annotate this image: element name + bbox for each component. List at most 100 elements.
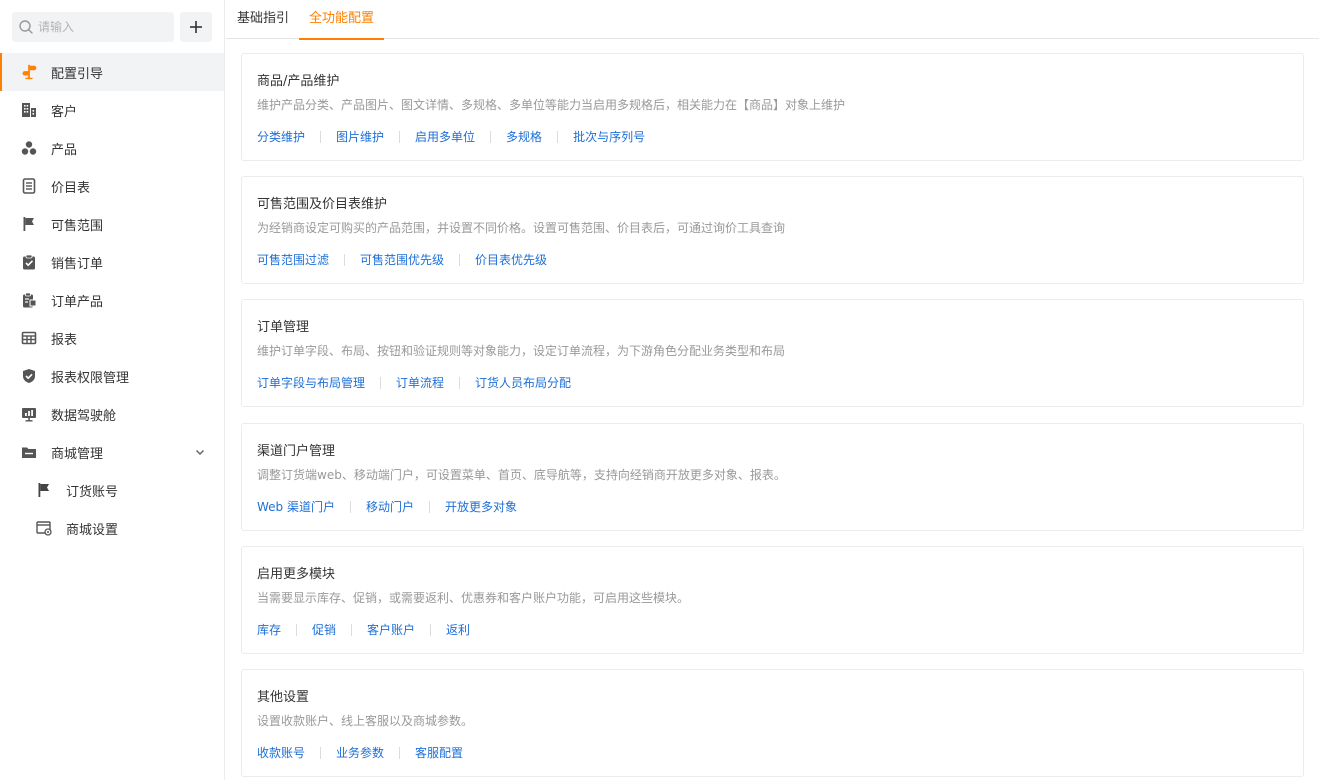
sidebar-item-mall-settings[interactable]: 商城设置: [0, 509, 224, 547]
link-divider: [349, 500, 351, 513]
sidebar-item-label: 配置引导: [51, 66, 104, 82]
link-divider: [429, 500, 430, 513]
link-order-fields-layout[interactable]: 订单字段与布局管理: [257, 374, 365, 391]
link-open-more-objects[interactable]: 开放更多对象: [445, 498, 517, 515]
link-batch-serial[interactable]: 批次与序列号: [573, 128, 645, 145]
tab-full-config[interactable]: 全功能配置: [298, 0, 385, 40]
sidebar-item-sales-scope[interactable]: 可售范围: [0, 205, 224, 243]
card-description: 调整订货端web、移动端门户，可设置菜单、首页、底导航等，支持向经销商开放更多对…: [257, 468, 786, 482]
sidebar-item-order-product[interactable]: 订单产品: [0, 281, 224, 319]
link-divider: [380, 376, 382, 389]
card-order-management: 订单管理 维护订单字段、布局、按钮和验证规则等对象能力，设定订单流程，为下游角色…: [241, 299, 1304, 407]
card-links: 分类维护 图片维护 启用多单位 多规格 批次与序列号: [257, 128, 645, 145]
order-product-icon: [21, 292, 37, 308]
link-divider: [296, 623, 298, 636]
sidebar-item-label: 数据驾驶舱: [51, 408, 117, 424]
sidebar: 配置引导 客户: [0, 0, 225, 780]
link-inventory[interactable]: 库存: [257, 621, 281, 638]
window-gear-icon: [36, 520, 52, 536]
card-product-maintenance: 商品/产品维护 维护产品分类、产品图片、图文详情、多规格、多单位等能力当启用多规…: [241, 53, 1304, 161]
table-icon: [21, 330, 37, 346]
link-divider: [320, 746, 322, 759]
tab-basic-guide[interactable]: 基础指引: [237, 0, 289, 39]
sidebar-item-config-guide[interactable]: 配置引导: [0, 53, 224, 91]
link-customer-service-config[interactable]: 客服配置: [415, 744, 463, 761]
sidebar-item-label: 产品: [51, 142, 78, 158]
plus-icon: [190, 21, 202, 33]
link-multi-spec[interactable]: 多规格: [506, 128, 542, 145]
sidebar-item-label: 商城设置: [66, 522, 119, 538]
link-divider: [430, 623, 432, 636]
link-divider: [399, 746, 401, 759]
sidebar-item-label: 订单产品: [51, 294, 104, 310]
card-title: 订单管理: [257, 320, 310, 335]
link-divider: [351, 623, 353, 636]
sidebar-item-label: 客户: [51, 104, 78, 120]
card-links: 订单字段与布局管理 订单流程 订货人员布局分配: [257, 374, 571, 391]
card-description: 维护产品分类、产品图片、图文详情、多规格、多单位等能力当启用多规格后，相关能力在…: [257, 98, 846, 112]
card-title: 可售范围及价目表维护: [257, 197, 388, 212]
sidebar-item-report-permission[interactable]: 报表权限管理: [0, 357, 224, 395]
dashboard-monitor-icon: [21, 406, 37, 422]
link-promotion[interactable]: 促销: [312, 621, 336, 638]
card-more-modules: 启用更多模块 当需要显示库存、促销，或需要返利、优惠券和客户账户功能，可启用这些…: [241, 546, 1304, 654]
link-divider: [399, 130, 401, 143]
card-description: 维护订单字段、布局、按钮和验证规则等对象能力，设定订单流程，为下游角色分配业务类…: [257, 344, 786, 358]
search-input[interactable]: [38, 12, 168, 42]
sidebar-item-order-account[interactable]: 订货账号: [0, 471, 224, 509]
card-description: 设置收款账户、线上客服以及商城参数。: [257, 714, 474, 728]
sidebar-item-data-cockpit[interactable]: 数据驾驶舱: [0, 395, 224, 433]
sidebar-item-price-list[interactable]: 价目表: [0, 167, 224, 205]
sidebar-item-label: 报表权限管理: [51, 370, 130, 386]
card-description: 当需要显示库存、促销，或需要返利、优惠券和客户账户功能，可启用这些模块。: [257, 591, 690, 605]
shield-check-icon: [21, 368, 37, 384]
sidebar-item-label: 销售订单: [51, 256, 104, 272]
sidebar-item-label: 订货账号: [66, 484, 119, 500]
card-links: 收款账号 业务参数 客服配置: [257, 744, 463, 761]
link-divider: [459, 376, 461, 389]
flag-icon: [36, 482, 52, 498]
card-links: 库存 促销 客户账户 返利: [257, 621, 470, 638]
search-row: [12, 12, 212, 42]
link-divider: [557, 130, 559, 143]
sidebar-item-label: 商城管理: [51, 446, 104, 462]
sidebar-item-label: 价目表: [51, 180, 91, 196]
link-rebate[interactable]: 返利: [446, 621, 470, 638]
sidebar-item-mall-management[interactable]: 商城管理: [0, 433, 224, 471]
card-links: Web 渠道门户 移动门户 开放更多对象: [257, 498, 517, 515]
link-customer-account[interactable]: 客户账户: [367, 621, 415, 638]
search-box[interactable]: [12, 12, 174, 42]
chevron-down-icon[interactable]: [194, 446, 206, 458]
cubes-icon: [21, 140, 37, 156]
link-business-params[interactable]: 业务参数: [336, 744, 384, 761]
link-pricelist-priority[interactable]: 价目表优先级: [475, 251, 547, 268]
list-document-icon: [21, 178, 37, 194]
sidebar-item-product[interactable]: 产品: [0, 129, 224, 167]
link-category-maintenance[interactable]: 分类维护: [257, 128, 305, 145]
link-orderer-layout-assign[interactable]: 订货人员布局分配: [475, 374, 571, 391]
link-web-portal[interactable]: Web 渠道门户: [257, 498, 335, 515]
link-image-maintenance[interactable]: 图片维护: [336, 128, 384, 145]
flag-icon: [21, 216, 37, 232]
link-mobile-portal[interactable]: 移动门户: [366, 498, 414, 515]
card-title: 商品/产品维护: [257, 74, 340, 89]
add-button[interactable]: [180, 12, 212, 42]
folder-icon: [21, 444, 37, 460]
link-enable-multi-unit[interactable]: 启用多单位: [415, 128, 475, 145]
card-channel-portal: 渠道门户管理 调整订货端web、移动端门户，可设置菜单、首页、底导航等，支持向经…: [241, 423, 1304, 531]
sidebar-item-customer[interactable]: 客户: [0, 91, 224, 129]
card-links: 可售范围过滤 可售范围优先级 价目表优先级: [257, 251, 547, 268]
sidebar-item-report[interactable]: 报表: [0, 319, 224, 357]
link-payment-account[interactable]: 收款账号: [257, 744, 305, 761]
sidebar-item-label: 报表: [51, 332, 78, 348]
signpost-icon: [21, 64, 37, 80]
link-order-flow[interactable]: 订单流程: [396, 374, 444, 391]
card-title: 渠道门户管理: [257, 444, 336, 459]
tab-bar: 基础指引 全功能配置: [226, 0, 1319, 40]
link-sales-scope-filter[interactable]: 可售范围过滤: [257, 251, 329, 268]
card-title: 启用更多模块: [257, 567, 336, 582]
link-sales-scope-priority[interactable]: 可售范围优先级: [360, 251, 444, 268]
sidebar-item-sales-order[interactable]: 销售订单: [0, 243, 224, 281]
sidebar-item-label: 可售范围: [51, 218, 104, 234]
link-divider: [320, 130, 322, 143]
